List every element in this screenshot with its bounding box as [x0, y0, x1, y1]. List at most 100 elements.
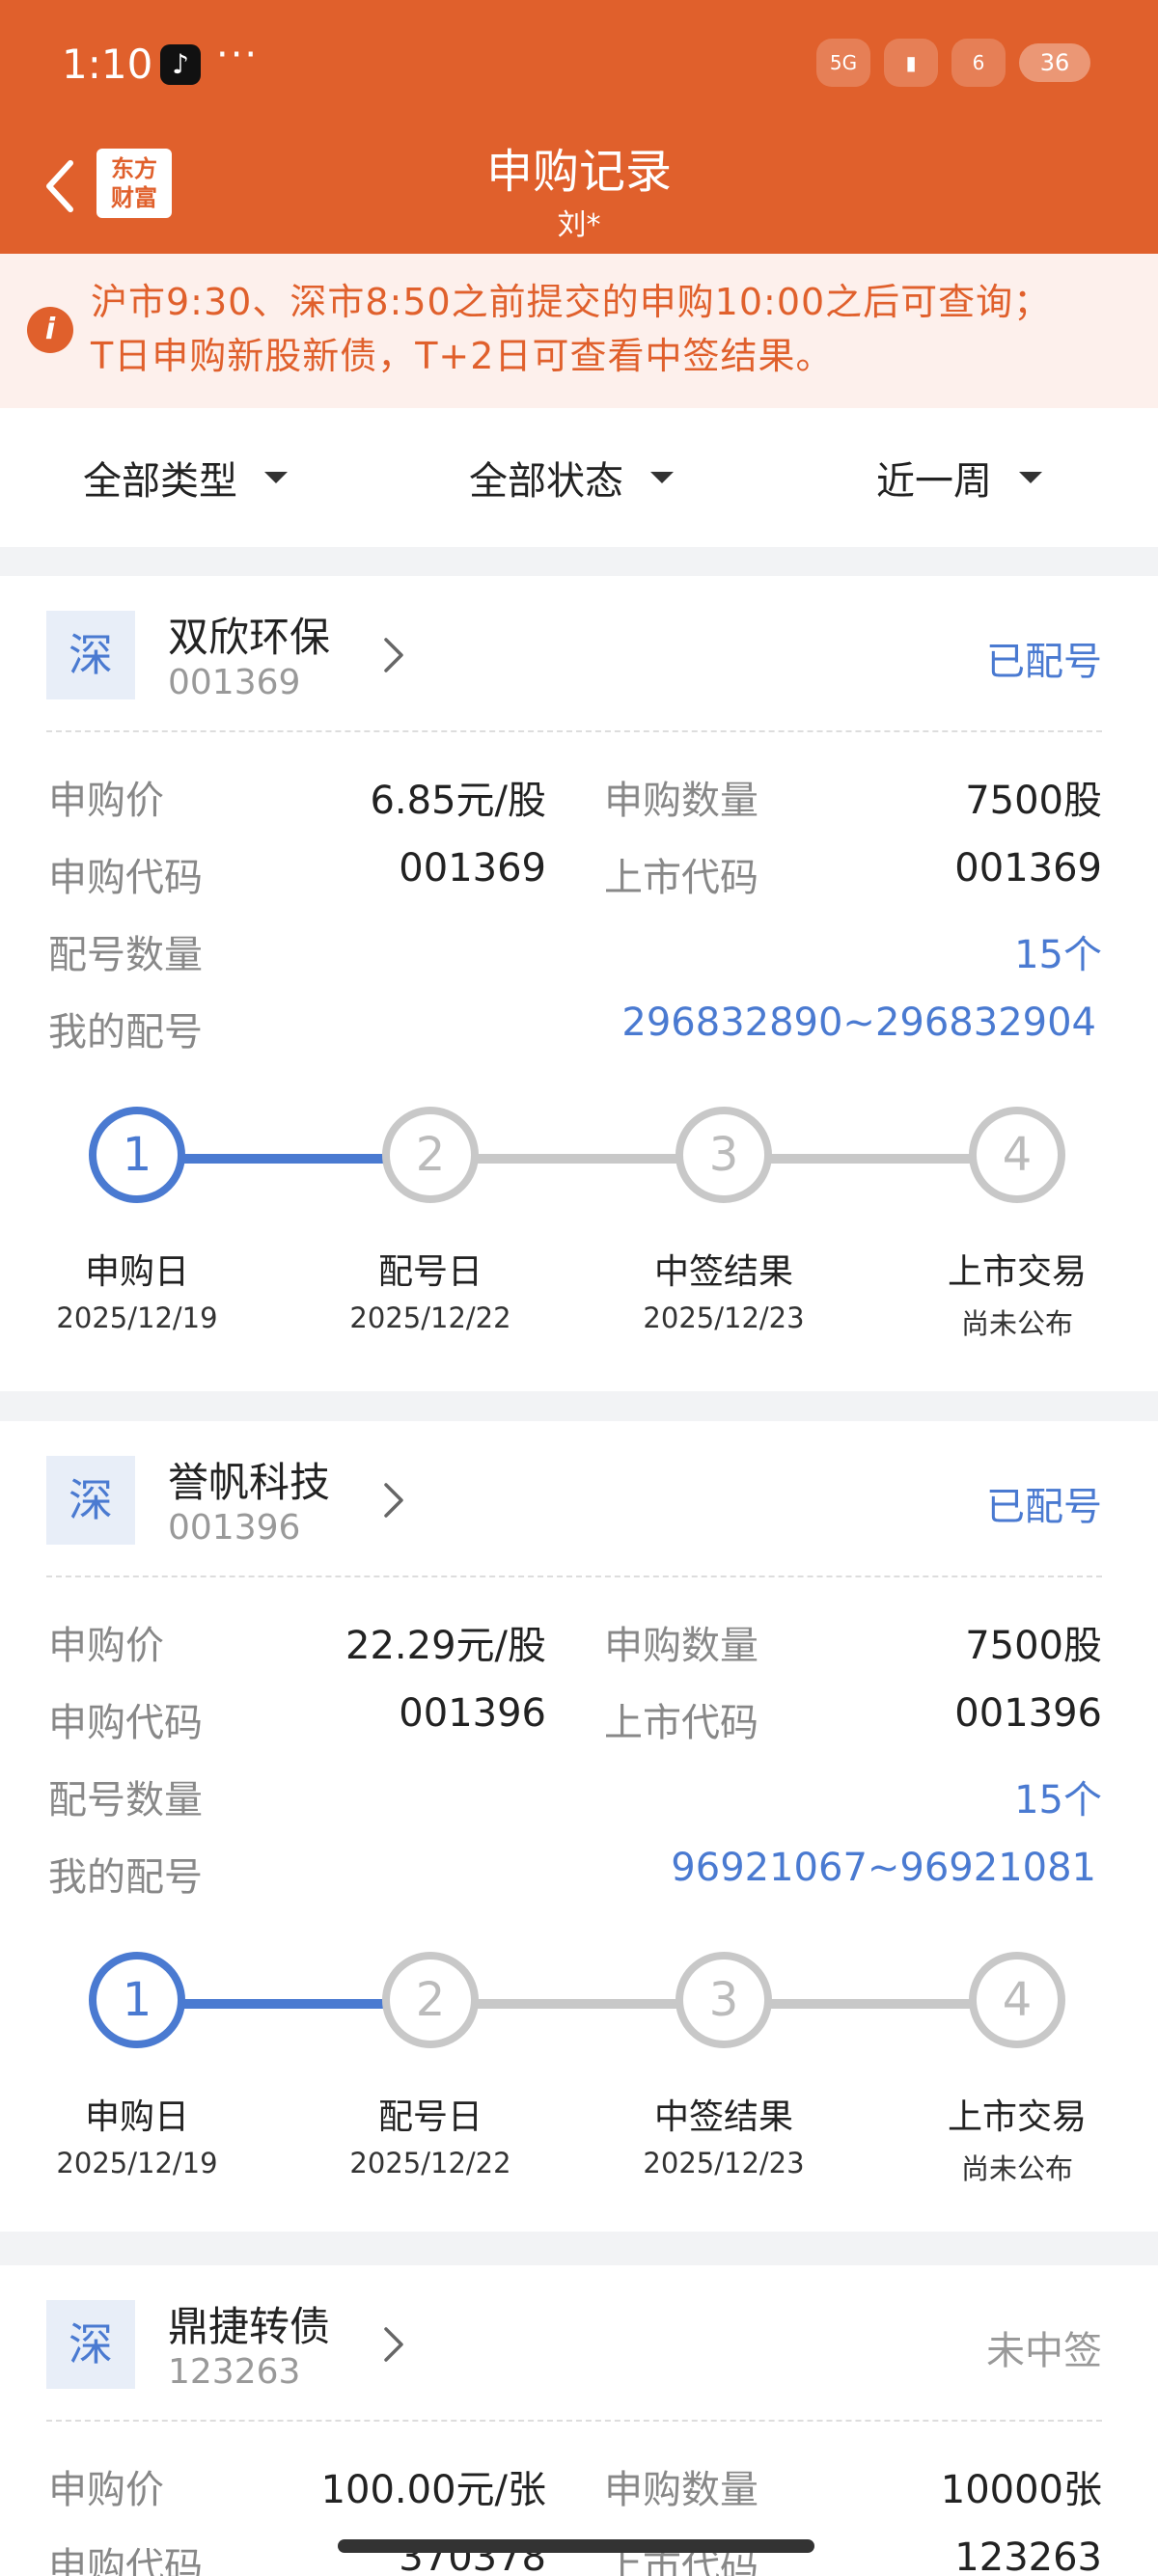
list-code-value: 001396	[954, 1691, 1102, 1736]
step-3-label: 中签结果	[653, 2097, 793, 2137]
progress-stepper: 1 2 3 4	[0, 1107, 1158, 1213]
step-2-circle: 2	[382, 1952, 479, 2048]
notice-line-1: 沪市9:30、深市8:50之前提交的申购10:00之后可查询；	[91, 281, 1052, 323]
list-code-value: 123263	[954, 2535, 1102, 2576]
sub-code-label: 申购代码	[48, 2545, 203, 2576]
status-time: 1:10	[62, 41, 153, 88]
signal-icon: 5G	[816, 39, 870, 87]
step-2-date: 2025/12/22	[349, 2147, 511, 2179]
step-1-circle: 1	[89, 1952, 185, 2048]
sub-code-value: 001396	[399, 1691, 546, 1736]
wifi-icon: 6	[951, 39, 1006, 87]
step-4-circle: 4	[969, 1107, 1065, 1203]
sub-code-label: 申购代码	[48, 1701, 203, 1745]
alloc-count-value: 15个	[1014, 1778, 1102, 1822]
step-3-label: 中签结果	[653, 1252, 793, 1292]
qty-value: 10000张	[940, 2468, 1102, 2512]
my-alloc-label: 我的配号	[48, 1010, 203, 1055]
account-name: 刘*	[557, 208, 601, 242]
status-badge: 已配号	[986, 640, 1102, 684]
alloc-count-label: 配号数量	[48, 933, 203, 977]
stock-name[interactable]: 双欣环保	[168, 605, 330, 664]
stock-name[interactable]: 誉帆科技	[168, 1450, 330, 1509]
caret-down-icon	[1019, 472, 1042, 483]
stock-code: 001369	[168, 663, 301, 702]
market-badge: 深	[46, 1456, 135, 1545]
sub-code-value: 001369	[399, 846, 546, 891]
list-code-value: 001369	[954, 846, 1102, 891]
page-title: 申购记录	[485, 145, 672, 199]
info-icon: i	[27, 307, 73, 353]
filter-status-label: 全部状态	[469, 459, 623, 504]
status-bar: 1:10 ♪ ··· 5G ▮ 6 36	[0, 0, 1158, 135]
step-2-label: 配号日	[377, 1252, 482, 1292]
filter-period-label: 近一周	[876, 459, 992, 504]
subscription-card: 深 双欣环保 001369 已配号 申购价 6.85元/股 申购数量 7500股…	[0, 576, 1158, 1391]
price-value: 6.85元/股	[370, 779, 546, 823]
notice-line-2: T日申购新股新债，T+2日可查看中签结果。	[91, 335, 834, 377]
step-3-date: 2025/12/23	[643, 2147, 805, 2179]
step-4-label: 上市交易	[947, 2097, 1087, 2137]
market-badge: 深	[46, 611, 135, 699]
tiktok-icon: ♪	[160, 44, 201, 85]
qty-value: 7500股	[965, 1624, 1102, 1668]
sub-code-label: 申购代码	[48, 856, 203, 900]
filter-type-label: 全部类型	[83, 459, 237, 504]
price-value: 100.00元/张	[320, 2468, 546, 2512]
progress-stepper: 1 2 3 4	[0, 1952, 1158, 2058]
my-alloc-value: 296832890~296832904	[621, 1000, 1096, 1045]
filter-period-dropdown[interactable]: 近一周	[876, 408, 1042, 547]
status-badge: 已配号	[986, 1485, 1102, 1529]
my-alloc-label: 我的配号	[48, 1855, 203, 1900]
my-alloc-value: 96921067~96921081	[671, 1846, 1096, 1890]
step-3-circle: 3	[676, 1952, 772, 2048]
step-2-label: 配号日	[377, 2097, 482, 2137]
qty-value: 7500股	[965, 779, 1102, 823]
step-1-label: 申购日	[84, 2097, 189, 2137]
status-badge: 未中签	[986, 2329, 1102, 2373]
stock-name[interactable]: 鼎捷转债	[168, 2294, 330, 2353]
divider	[46, 730, 1102, 732]
alloc-count-value: 15个	[1014, 933, 1102, 977]
battery-icon: 36	[1019, 43, 1090, 82]
step-3-date: 2025/12/23	[643, 1302, 805, 1334]
step-1-date: 2025/12/19	[56, 1302, 218, 1334]
step-1-label: 申购日	[84, 1252, 189, 1292]
subscription-card: 深 鼎捷转债 123263 未中签 申购价 100.00元/张 申购数量 100…	[0, 2265, 1158, 2576]
qty-label: 申购数量	[604, 779, 758, 823]
step-1-date: 2025/12/19	[56, 2147, 218, 2179]
app-header: 1:10 ♪ ··· 5G ▮ 6 36 东方 财富 申购记录 刘*	[0, 0, 1158, 254]
step-2-date: 2025/12/22	[349, 1302, 511, 1334]
step-4-circle: 4	[969, 1952, 1065, 2048]
step-3-circle: 3	[676, 1107, 772, 1203]
qty-label: 申购数量	[604, 2468, 758, 2512]
price-value: 22.29元/股	[345, 1624, 546, 1668]
filter-type-dropdown[interactable]: 全部类型	[83, 408, 288, 547]
divider	[46, 1576, 1102, 1577]
signal-icon-2: ▮	[884, 39, 938, 87]
chevron-right-icon[interactable]	[378, 2325, 407, 2364]
list-code-label: 上市代码	[604, 1701, 758, 1745]
price-label: 申购价	[48, 1624, 164, 1668]
stock-code: 001396	[168, 1508, 301, 1548]
chevron-right-icon[interactable]	[378, 1481, 407, 1520]
home-indicator[interactable]	[338, 2539, 814, 2553]
status-icons: 5G ▮ 6 36	[816, 39, 1090, 87]
price-label: 申购价	[48, 779, 164, 823]
market-badge: 深	[46, 2300, 135, 2389]
filter-status-dropdown[interactable]: 全部状态	[469, 408, 674, 547]
subscription-card: 深 誉帆科技 001396 已配号 申购价 22.29元/股 申购数量 7500…	[0, 1421, 1158, 2232]
stock-code: 123263	[168, 2352, 301, 2392]
step-1-circle: 1	[89, 1107, 185, 1203]
qty-label: 申购数量	[604, 1624, 758, 1668]
step-2-circle: 2	[382, 1107, 479, 1203]
price-label: 申购价	[48, 2468, 164, 2512]
step-4-date: 尚未公布	[960, 1307, 1073, 1340]
notice-text: 沪市9:30、深市8:50之前提交的申购10:00之后可查询； T日申购新股新债…	[91, 275, 1143, 383]
chevron-right-icon[interactable]	[378, 636, 407, 674]
caret-down-icon	[264, 472, 288, 483]
more-notifications-icon: ···	[216, 33, 260, 77]
divider	[46, 2420, 1102, 2422]
filter-bar: 全部类型 全部状态 近一周	[0, 408, 1158, 547]
caret-down-icon	[650, 472, 674, 483]
